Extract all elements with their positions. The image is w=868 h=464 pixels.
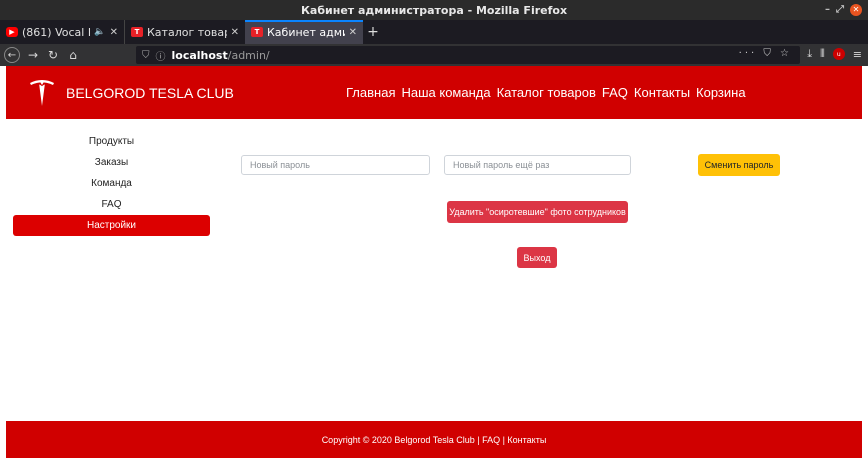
top-navigation: Главная Наша команда Каталог товаров FAQ…: [346, 85, 746, 100]
close-window-icon[interactable]: ✕: [850, 4, 862, 16]
back-arrow-icon[interactable]: ←: [4, 47, 20, 63]
tesla-favicon-icon: T: [131, 27, 143, 37]
close-tab-icon[interactable]: ✕: [231, 27, 239, 38]
reload-icon[interactable]: ↻: [46, 48, 60, 62]
speaker-icon[interactable]: 🔈: [94, 27, 105, 37]
download-icon[interactable]: ⤓: [807, 47, 812, 61]
nav-home-link[interactable]: Главная: [346, 85, 395, 100]
tab-youtube[interactable]: ▶ (861) Vocal Dee 🔈 ✕: [0, 20, 124, 44]
brand-name[interactable]: BELGOROD TESLA CLUB: [66, 85, 234, 101]
footer-copyright: Copyright © 2020 Belgorod Tesla Club | F…: [321, 434, 547, 445]
window-titlebar: Кабинет администратора - Mozilla Firefox…: [0, 0, 868, 20]
info-icon[interactable]: ⓘ: [156, 48, 166, 63]
admin-sidebar: Продукты Заказы Команда FAQ Настройки: [13, 131, 210, 236]
tesla-logo-icon[interactable]: [28, 78, 56, 108]
page-actions-icon[interactable]: ··· ⛉ ☆: [739, 48, 792, 59]
minimize-icon[interactable]: –: [825, 4, 830, 16]
toolbar-icons: ⤓ ⫴ u ≡: [807, 47, 862, 61]
tab-label: Каталог товаров: [147, 25, 227, 39]
nav-catalog-link[interactable]: Каталог товаров: [497, 85, 596, 100]
sidebar-item-team[interactable]: Команда: [13, 173, 210, 194]
menu-icon[interactable]: ≡: [853, 48, 862, 61]
tab-label: (861) Vocal Dee: [22, 25, 90, 39]
shield-icon[interactable]: ⛉: [142, 50, 150, 61]
sidebar-item-faq[interactable]: FAQ: [13, 194, 210, 215]
new-tab-icon[interactable]: +: [363, 20, 383, 44]
logout-button[interactable]: Выход: [517, 247, 557, 268]
delete-orphan-photos-button[interactable]: Удалить "осиротевшие" фото сотрудников: [447, 201, 628, 223]
repeat-password-input[interactable]: [444, 155, 631, 175]
close-tab-icon[interactable]: ✕: [349, 27, 357, 38]
url-host: localhost: [171, 48, 228, 62]
forward-arrow-icon[interactable]: →: [26, 48, 40, 62]
navigation-toolbar: ← → ↻ ⌂ ⛉ ⓘ localhost /admin/ ··· ⛉ ☆ ⤓ …: [0, 44, 868, 66]
library-icon[interactable]: ⫴: [820, 47, 825, 61]
site-footer: Copyright © 2020 Belgorod Tesla Club | F…: [6, 421, 862, 458]
sidebar-item-settings[interactable]: Настройки: [13, 215, 210, 236]
change-password-button[interactable]: Сменить пароль: [698, 154, 780, 176]
nav-faq-link[interactable]: FAQ: [602, 85, 628, 100]
ublock-icon[interactable]: u: [832, 48, 845, 60]
nav-team-link[interactable]: Наша команда: [401, 85, 490, 100]
close-tab-icon[interactable]: ✕: [110, 27, 118, 38]
window-title: Кабинет администратора - Mozilla Firefox: [300, 3, 568, 17]
restore-icon[interactable]: ⤢: [836, 4, 844, 16]
nav-cart-link[interactable]: Корзина: [696, 85, 746, 100]
site-header: BELGOROD TESLA CLUB Главная Наша команда…: [6, 66, 862, 119]
window-controls: – ⤢ ✕: [825, 4, 862, 16]
tab-strip: ▶ (861) Vocal Dee 🔈 ✕ T Каталог товаров …: [0, 20, 868, 44]
new-password-input[interactable]: [241, 155, 430, 175]
home-icon[interactable]: ⌂: [66, 48, 80, 62]
youtube-icon: ▶: [6, 27, 18, 37]
tab-catalog[interactable]: T Каталог товаров ✕: [124, 20, 245, 44]
tesla-favicon-icon: T: [251, 27, 263, 37]
tab-label: Кабинет админи: [267, 25, 345, 39]
url-bar[interactable]: ⛉ ⓘ localhost /admin/ ··· ⛉ ☆: [136, 46, 800, 64]
sidebar-item-products[interactable]: Продукты: [13, 131, 210, 152]
nav-contacts-link[interactable]: Контакты: [634, 85, 690, 100]
url-path: /admin/: [227, 48, 270, 62]
tab-admin[interactable]: T Кабинет админи ✕: [245, 20, 363, 44]
sidebar-item-orders[interactable]: Заказы: [13, 152, 210, 173]
